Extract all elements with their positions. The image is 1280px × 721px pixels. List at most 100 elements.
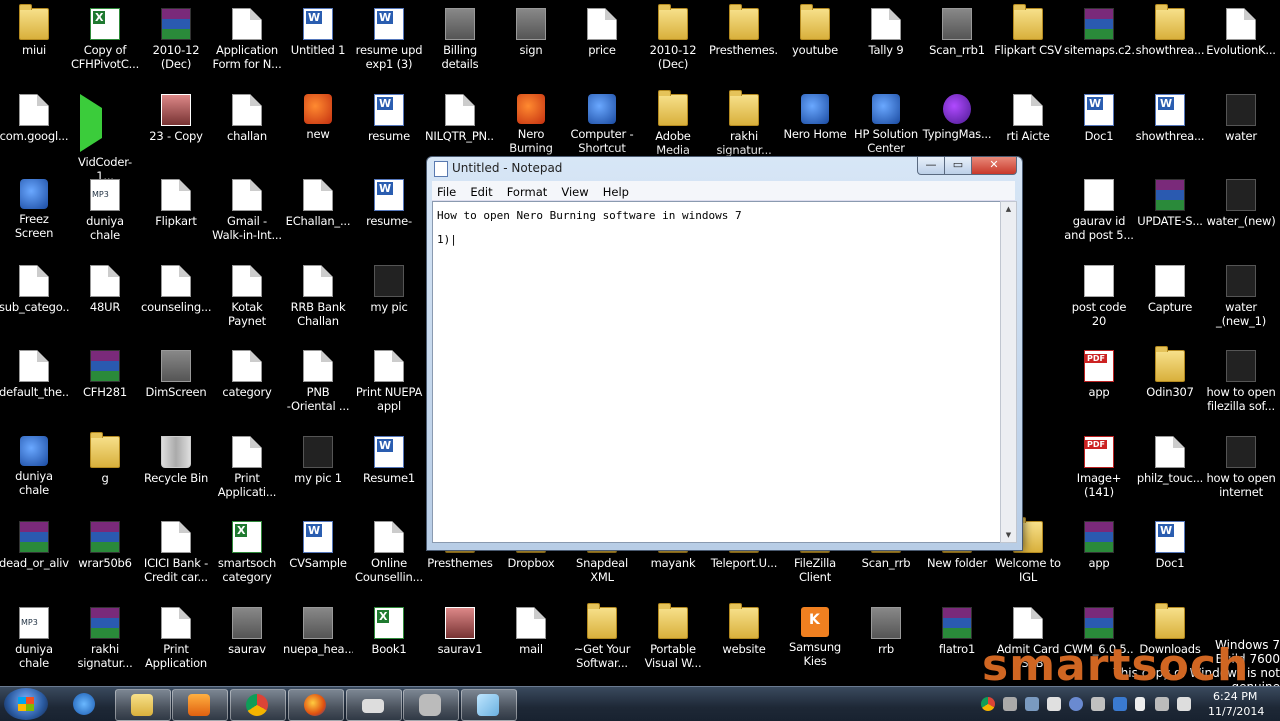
desktop-icon[interactable]: UPDATE-S... [1135, 173, 1205, 253]
scroll-down-arrow-icon[interactable]: ▼ [1001, 528, 1016, 542]
desktop-icon[interactable]: com.googl... [0, 88, 69, 168]
desktop-icon[interactable]: Doc1 [1135, 515, 1205, 595]
desktop-icon[interactable]: price [567, 2, 637, 82]
desktop-icon[interactable]: post code 20 [1064, 259, 1134, 339]
desktop-icon[interactable]: ICICI Bank - Credit car... [141, 515, 211, 595]
desktop-icon[interactable]: youtube [780, 2, 850, 82]
desktop-icon[interactable]: challan [212, 88, 282, 168]
desktop-icon[interactable]: rakhi signatur... [70, 601, 140, 681]
desktop-icon[interactable]: how to open filezilla sof... [1206, 344, 1276, 424]
tray-icon[interactable] [1047, 697, 1061, 711]
desktop-icon[interactable]: 23 - Copy [141, 88, 211, 168]
desktop-icon[interactable]: Billing details [425, 2, 495, 82]
taskbar-chrome-button[interactable] [230, 689, 286, 721]
desktop-icon[interactable]: Print NUEPA appl [354, 344, 424, 424]
desktop-icon[interactable]: dead_or_alive [0, 515, 69, 595]
desktop-icon[interactable]: Flipkart CSV [993, 2, 1063, 82]
clock-time[interactable]: 6:24 PM [1213, 690, 1257, 703]
menu-help[interactable]: Help [599, 183, 633, 199]
desktop-icon[interactable]: Odin307 [1135, 344, 1205, 424]
network-icon[interactable] [1155, 697, 1169, 711]
menu-file[interactable]: File [433, 183, 460, 199]
desktop-icon[interactable]: smartsoch category [212, 515, 282, 595]
desktop-icon[interactable]: Application Form for N... [212, 2, 282, 82]
desktop-icon[interactable]: Recycle Bin [141, 430, 211, 510]
desktop-icon[interactable]: Book1 [354, 601, 424, 681]
desktop-icon[interactable]: Print Application [141, 601, 211, 681]
desktop-icon[interactable]: sign [496, 2, 566, 82]
desktop-icon[interactable]: 2010-12 (Dec) [141, 2, 211, 82]
vertical-scrollbar[interactable]: ▲ ▼ [1000, 201, 1017, 543]
desktop-icon[interactable]: Print Applicati... [212, 430, 282, 510]
desktop-icon[interactable]: Kotak Paynet [212, 259, 282, 339]
desktop-icon[interactable]: new [283, 88, 353, 168]
desktop-icon[interactable]: Untitled 1 [283, 2, 353, 82]
desktop-icon[interactable]: water [1206, 88, 1276, 168]
tray-icon[interactable] [1113, 697, 1127, 711]
desktop-icon[interactable]: resume [354, 88, 424, 168]
desktop-icon[interactable]: resume upd exp1 (3) [354, 2, 424, 82]
desktop-icon[interactable]: how to open internet ex... [1206, 430, 1276, 510]
desktop-icon[interactable]: ~Get Your Softwar... [567, 601, 637, 681]
desktop-icon[interactable]: Scan_rrb1 [922, 2, 992, 82]
desktop-icon[interactable]: CVSample [283, 515, 353, 595]
desktop-icon[interactable]: showthrea... [1135, 2, 1205, 82]
desktop-icon[interactable]: Freez Screen Video Cap... [0, 173, 69, 253]
menu-edit[interactable]: Edit [466, 183, 496, 199]
desktop-icon[interactable]: my pic [354, 259, 424, 339]
desktop-icon[interactable]: Flipkart [141, 173, 211, 253]
desktop-icon[interactable]: Tally 9 [851, 2, 921, 82]
desktop-icon[interactable]: miui [0, 2, 69, 82]
maximize-button[interactable]: ▭ [944, 157, 972, 175]
desktop-icon[interactable]: Doc1 [1064, 88, 1134, 168]
taskbar-ie-button[interactable] [58, 689, 112, 719]
desktop-icon[interactable]: app [1064, 515, 1134, 595]
desktop-icon[interactable]: water_(new) [1206, 173, 1276, 253]
desktop-icon[interactable]: 2010-12 (Dec) [638, 2, 708, 82]
minimize-button[interactable]: — [917, 157, 945, 175]
desktop-icon[interactable]: default_the... [0, 344, 69, 424]
desktop-icon[interactable]: gaurav id and post 5... [1064, 173, 1134, 253]
menu-format[interactable]: Format [503, 183, 552, 199]
notepad-window[interactable]: Untitled - Notepad — ▭ ✕ File Edit Forma… [426, 156, 1023, 551]
desktop-icon[interactable]: CFH281 [70, 344, 140, 424]
desktop-icon[interactable]: 48UR [70, 259, 140, 339]
taskbar-firefox-button[interactable] [288, 689, 344, 721]
desktop-icon[interactable]: saurav [212, 601, 282, 681]
desktop-icon[interactable]: duniya chale na shri ra... [70, 173, 140, 253]
desktop-icon[interactable]: Presthemes... [709, 2, 779, 82]
desktop-icon[interactable]: wrar50b6 [70, 515, 140, 595]
desktop-icon[interactable]: sitemaps.c2... [1064, 2, 1134, 82]
desktop-icon[interactable]: RRB Bank Challan [283, 259, 353, 339]
desktop-icon[interactable]: website [709, 601, 779, 681]
desktop-icon[interactable]: resume- [354, 173, 424, 253]
notepad-titlebar[interactable]: Untitled - Notepad — ▭ ✕ [427, 157, 1022, 179]
battery-icon[interactable] [1135, 697, 1145, 711]
desktop-icon[interactable]: VidCoder-1... [70, 88, 140, 183]
taskbar-media-button[interactable] [172, 689, 228, 721]
taskbar-notepad-button[interactable] [461, 689, 517, 721]
desktop-icon[interactable]: DimScreen [141, 344, 211, 424]
taskbar-window-button[interactable] [346, 689, 402, 721]
start-button[interactable] [4, 688, 48, 720]
desktop-icon[interactable]: showthrea... [1135, 88, 1205, 168]
desktop-icon[interactable]: app [1064, 344, 1134, 424]
desktop-icon[interactable]: rrb [851, 601, 921, 681]
desktop-icon[interactable]: PNB -Oriental ... [283, 344, 353, 424]
desktop-icon[interactable]: Portable Visual W... [638, 601, 708, 681]
desktop-icon[interactable]: category [212, 344, 282, 424]
desktop-icon[interactable]: Online Counsellin... [354, 515, 424, 595]
desktop-icon[interactable]: my pic 1 [283, 430, 353, 510]
chrome-tray-icon[interactable] [981, 697, 995, 711]
desktop-icon[interactable]: duniya chale [0, 601, 69, 681]
scroll-up-arrow-icon[interactable]: ▲ [1001, 202, 1016, 216]
tray-icon[interactable] [1025, 697, 1039, 711]
desktop-icon[interactable]: philz_touc... [1135, 430, 1205, 510]
desktop-icon[interactable]: g [70, 430, 140, 510]
desktop-icon[interactable]: water _(new_1) [1206, 259, 1276, 339]
tray-icon[interactable] [1091, 697, 1105, 711]
desktop-icon[interactable]: nuepa_hea... [283, 601, 353, 681]
desktop-icon[interactable]: counseling... [141, 259, 211, 339]
desktop-icon[interactable]: EChallan_... [283, 173, 353, 253]
desktop-icon[interactable]: Capture [1135, 259, 1205, 339]
